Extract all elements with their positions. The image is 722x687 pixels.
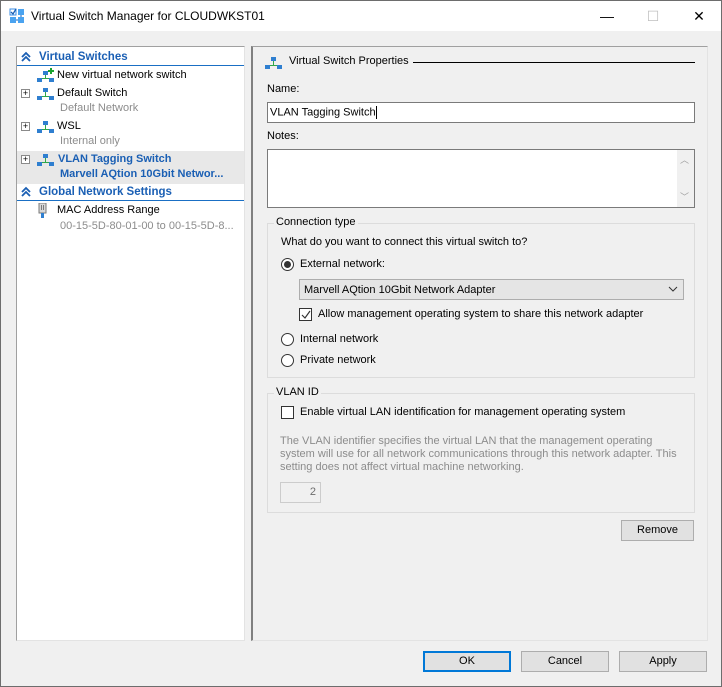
vlan-description: The VLAN identifier specifies the virtua… (280, 435, 677, 473)
checkbox-label: Allow management operating system to sha… (318, 308, 644, 320)
ok-button-label: OK (459, 655, 475, 667)
radio-label: External network: (300, 258, 385, 270)
network-switch-icon (37, 121, 54, 133)
notes-input[interactable]: ︿ ﹀ (267, 149, 695, 208)
connection-question: What do you want to connect this virtual… (281, 236, 528, 248)
tree-item-mac-address-range[interactable]: MAC Address Range 00-15-5D-80-01-00 to 0… (17, 202, 244, 235)
item-title: WSL (57, 120, 81, 132)
text-cursor (375, 106, 377, 119)
dropdown-value: Marvell AQtion 10Gbit Network Adapter (304, 284, 496, 296)
vlan-id-value: 2 (309, 486, 316, 498)
connection-type-group: Connection type What do you want to conn… (267, 216, 695, 378)
title-bar: Virtual Switch Manager for CLOUDWKST01 —… (1, 1, 721, 31)
scroll-up-icon[interactable]: ︿ (680, 153, 689, 166)
item-title: New virtual network switch (57, 69, 187, 81)
radio-button[interactable] (281, 333, 294, 346)
vlan-id-group: VLAN ID Enable virtual LAN identificatio… (267, 386, 695, 513)
ok-button[interactable]: OK (423, 651, 511, 672)
scroll-down-icon[interactable]: ﹀ (680, 190, 689, 203)
switch-tree[interactable]: Virtual Switches New virtual network swi… (16, 46, 245, 641)
allow-management-checkbox[interactable]: Allow management operating system to sha… (299, 307, 689, 323)
tree-item-new-switch[interactable]: New virtual network switch (17, 67, 244, 85)
item-title: MAC Address Range (57, 204, 160, 216)
item-subtitle: Default Network (60, 102, 139, 114)
tree-item-vlan-tagging-switch[interactable]: + VLAN Tagging Switch Marvell AQtion 10G… (17, 151, 244, 184)
notes-label: Notes: (267, 130, 299, 142)
tree-item-wsl[interactable]: + WSL Internal only (17, 118, 244, 151)
minimize-button[interactable]: — (584, 1, 630, 31)
radio-label: Internal network (300, 333, 379, 345)
virtual-switch-manager-icon (9, 8, 24, 23)
item-subtitle: Marvell AQtion 10Gbit Networ... (60, 168, 224, 180)
network-switch-icon (37, 88, 54, 100)
close-button[interactable]: ✕ (676, 1, 722, 31)
notes-scrollbar[interactable]: ︿ ﹀ (677, 150, 694, 207)
mac-address-icon (38, 203, 47, 218)
remove-button-label: Remove (637, 524, 678, 536)
tree-item-default-switch[interactable]: + Default Switch Default Network (17, 85, 244, 118)
minimize-icon: — (600, 8, 614, 24)
checkbox[interactable] (281, 406, 294, 419)
new-switch-icon (37, 68, 54, 82)
item-title: Default Switch (57, 87, 128, 99)
radio-button[interactable] (281, 354, 294, 367)
item-title: VLAN Tagging Switch (58, 153, 172, 165)
chevron-down-icon (668, 283, 678, 297)
internal-network-radio[interactable]: Internal network (281, 332, 481, 348)
collapse-chevron-icon[interactable] (21, 186, 31, 198)
network-switch-icon (265, 57, 282, 69)
checkbox-label: Enable virtual LAN identification for ma… (300, 406, 626, 418)
section-label: Virtual Switches (39, 51, 128, 63)
checkbox[interactable] (299, 308, 312, 321)
enable-vlan-checkbox[interactable]: Enable virtual LAN identification for ma… (281, 405, 681, 421)
cancel-button[interactable]: Cancel (521, 651, 609, 672)
expand-icon[interactable]: + (21, 155, 30, 164)
network-switch-icon (37, 154, 54, 166)
name-input-value: VLAN Tagging Switch (270, 106, 376, 119)
private-network-radio[interactable]: Private network (281, 353, 481, 369)
expand-icon[interactable]: + (21, 122, 30, 131)
section-title-label: Virtual Switch Properties (289, 55, 409, 67)
section-header-virtual-switches[interactable]: Virtual Switches (17, 49, 244, 66)
window-title: Virtual Switch Manager for CLOUDWKST01 (31, 9, 265, 23)
item-subtitle: Internal only (60, 135, 120, 147)
section-label: Global Network Settings (39, 186, 172, 198)
properties-panel: Virtual Switch Properties Name: VLAN Tag… (251, 46, 708, 641)
section-divider (413, 62, 695, 63)
external-network-radio[interactable]: External network: (281, 257, 481, 273)
radio-label: Private network (300, 354, 376, 366)
cancel-button-label: Cancel (547, 655, 583, 667)
close-icon: ✕ (693, 7, 705, 24)
radio-button[interactable] (281, 258, 294, 271)
name-label: Name: (267, 83, 300, 95)
network-adapter-dropdown[interactable]: Marvell AQtion 10Gbit Network Adapter (299, 279, 684, 300)
expand-icon[interactable]: + (21, 89, 30, 98)
apply-button[interactable]: Apply (619, 651, 707, 672)
virtual-switch-manager-window: Virtual Switch Manager for CLOUDWKST01 —… (0, 0, 722, 687)
connection-type-title: Connection type (274, 216, 358, 228)
collapse-chevron-icon[interactable] (21, 51, 31, 63)
section-header-global-network-settings[interactable]: Global Network Settings (17, 184, 244, 201)
apply-button-label: Apply (649, 655, 677, 667)
vlan-id-title: VLAN ID (274, 386, 321, 398)
maximize-icon: ☐ (646, 7, 660, 24)
checkmark-icon (301, 310, 311, 319)
item-subtitle: 00-15-5D-80-01-00 to 00-15-5D-8... (60, 220, 234, 232)
name-input[interactable]: VLAN Tagging Switch (267, 102, 695, 123)
maximize-button[interactable]: ☐ (630, 1, 676, 31)
vlan-id-input[interactable]: 2 (280, 482, 321, 503)
remove-button[interactable]: Remove (621, 520, 694, 541)
